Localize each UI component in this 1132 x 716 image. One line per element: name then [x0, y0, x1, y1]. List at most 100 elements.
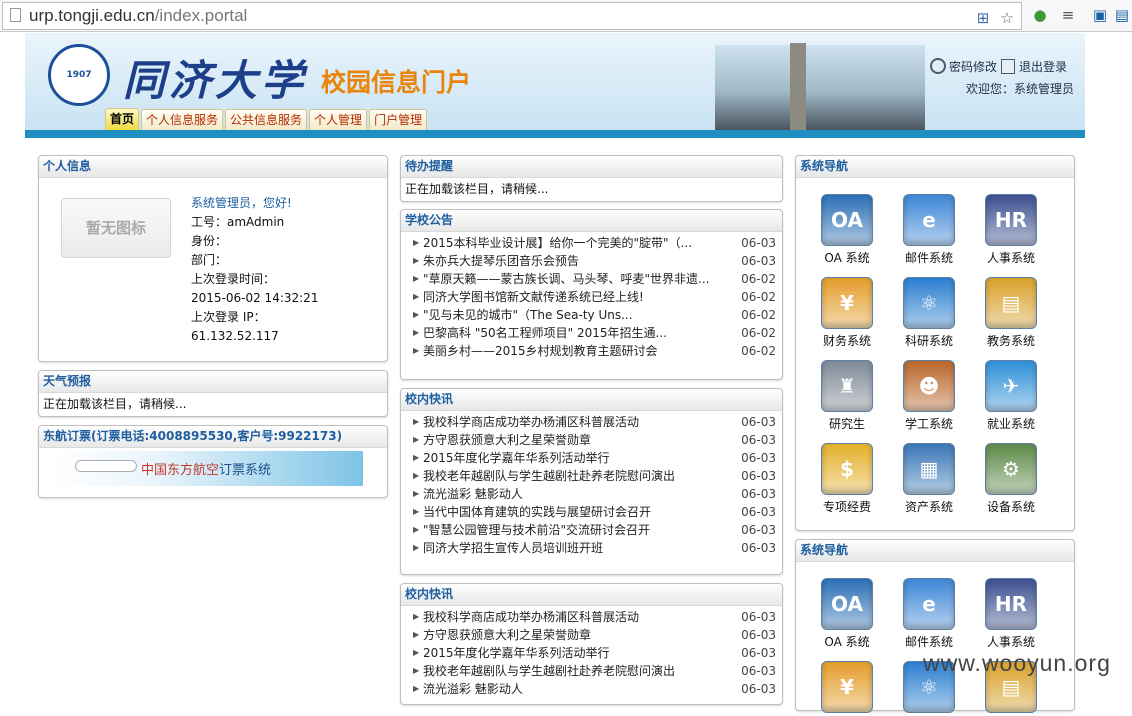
system-link[interactable]: ¥ 财务系统 — [812, 277, 882, 349]
news-item[interactable]: ▶ 我校老年越剧队与学生越剧社赴养老院慰问演出 06-03 — [401, 467, 782, 485]
news-title[interactable]: "智慧公园管理与技术前沿"交流研讨会召开 — [423, 521, 713, 539]
system-link[interactable]: ▤ 教务系统 — [976, 277, 1046, 349]
url-text[interactable]: urp.tongji.edu.cn/index.portal — [29, 6, 247, 26]
system-label[interactable]: 教务系统 — [976, 332, 1046, 349]
settings-icon[interactable]: ▤ — [1112, 5, 1132, 25]
asset-icon[interactable]: ▦ — [903, 443, 955, 495]
system-label[interactable]: 人事系统 — [976, 249, 1046, 266]
news-title[interactable]: "草原天籁——蒙古族长调、马头琴、呼麦"世界非遗... — [423, 270, 713, 288]
system-label[interactable]: 邮件系统 — [894, 633, 964, 650]
oa-icon[interactable]: OA — [821, 194, 873, 246]
equipment-icon[interactable]: ⚙ — [985, 443, 1037, 495]
news-title[interactable]: 美丽乡村——2015乡村规划教育主题研讨会 — [423, 342, 713, 360]
news-item[interactable]: ▶ "见与未见的城市"（The Sea-ty Uns... 06-02 — [401, 306, 782, 324]
news-title[interactable]: 同济大学招生宣传人员培训班开班 — [423, 539, 713, 557]
news-title[interactable]: 朱亦兵大提琴乐团音乐会预告 — [423, 252, 713, 270]
logout-icon[interactable] — [1001, 59, 1016, 74]
news-title[interactable]: 流光溢彩 魅影动人 — [423, 680, 713, 698]
news-item[interactable]: ▶ 巴黎高科 "50名工程师项目" 2015年招生通... 06-02 — [401, 324, 782, 342]
tab-personal-management[interactable]: 个人管理 — [309, 109, 368, 130]
employment-icon[interactable]: ✈ — [985, 360, 1037, 412]
tab-personal-services[interactable]: 个人信息服务 — [141, 109, 224, 130]
news-item[interactable]: ▶ 方守恩获颁意大利之星荣誉勋章 06-03 — [401, 626, 782, 644]
academic-icon[interactable]: ▤ — [985, 277, 1037, 329]
news-title[interactable]: 我校科学商店成功举办杨浦区科普展活动 — [423, 413, 713, 431]
system-label[interactable]: 邮件系统 — [894, 249, 964, 266]
gear-icon[interactable] — [930, 58, 946, 74]
mail-icon[interactable]: e — [903, 578, 955, 630]
tab-home[interactable]: 首页 — [105, 108, 140, 130]
news-title[interactable]: "见与未见的城市"（The Sea-ty Uns... — [423, 306, 713, 324]
address-bar[interactable]: urp.tongji.edu.cn/index.portal ⊞ ☆ — [2, 2, 1022, 30]
system-label[interactable]: 科研系统 — [894, 332, 964, 349]
special-fund-icon[interactable]: $ — [821, 443, 873, 495]
tab-public-services[interactable]: 公共信息服务 — [225, 109, 308, 130]
system-link[interactable]: OA OA 系统 — [812, 194, 882, 266]
news-item[interactable]: ▶ "草原天籁——蒙古族长调、马头琴、呼麦"世界非遗... 06-02 — [401, 270, 782, 288]
finance-icon[interactable]: ¥ — [821, 661, 873, 713]
news-item[interactable]: ▶ 同济大学图书馆新文献传递系统已经上线! 06-02 — [401, 288, 782, 306]
system-link[interactable]: ☻ 学工系统 — [894, 360, 964, 432]
news-title[interactable]: 流光溢彩 魅影动人 — [423, 485, 713, 503]
mail-icon[interactable]: e — [903, 194, 955, 246]
bookmark-star-icon[interactable]: ☆ — [997, 8, 1017, 28]
system-label[interactable]: OA 系统 — [812, 249, 882, 266]
news-item[interactable]: ▶ 2015本科毕业设计展】给你一个完美的"腚带"（... 06-03 — [401, 234, 782, 252]
system-link[interactable]: ⚙ 设备系统 — [976, 443, 1046, 515]
news-title[interactable]: 2015年度化学嘉年华系列活动举行 — [423, 644, 713, 662]
research-icon[interactable]: ⚛ — [903, 277, 955, 329]
news-item[interactable]: ▶ 美丽乡村——2015乡村规划教育主题研讨会 06-02 — [401, 342, 782, 360]
password-change-link[interactable]: 密码修改 — [949, 60, 997, 74]
news-item[interactable]: ▶ 流光溢彩 魅影动人 06-03 — [401, 485, 782, 503]
hr-icon[interactable]: HR — [985, 578, 1037, 630]
news-item[interactable]: ▶ 我校科学商店成功举办杨浦区科普展活动 06-03 — [401, 608, 782, 626]
system-link[interactable]: ♜ 研究生 — [812, 360, 882, 432]
news-title[interactable]: 2015年度化学嘉年华系列活动举行 — [423, 449, 713, 467]
news-item[interactable]: ▶ 朱亦兵大提琴乐团音乐会预告 06-03 — [401, 252, 782, 270]
news-title[interactable]: 2015本科毕业设计展】给你一个完美的"腚带"（... — [423, 234, 713, 252]
news-title[interactable]: 我校科学商店成功举办杨浦区科普展活动 — [423, 608, 713, 626]
system-label[interactable]: 研究生 — [812, 415, 882, 432]
news-title[interactable]: 方守恩获颁意大利之星荣誉勋章 — [423, 626, 713, 644]
system-label[interactable]: 专项经费 — [812, 498, 882, 515]
system-label[interactable]: 财务系统 — [812, 332, 882, 349]
airline-banner[interactable]: 中国东方航空订票系统 — [51, 451, 363, 486]
tab-portal-management[interactable]: 门户管理 — [369, 109, 428, 130]
news-item[interactable]: ▶ 我校老年越剧队与学生越剧社赴养老院慰问演出 06-03 — [401, 662, 782, 680]
system-link[interactable]: HR 人事系统 — [976, 578, 1046, 650]
system-link[interactable]: e 邮件系统 — [894, 578, 964, 650]
system-link[interactable]: ¥ — [812, 661, 882, 716]
system-link[interactable]: e 邮件系统 — [894, 194, 964, 266]
system-link[interactable]: ▦ 资产系统 — [894, 443, 964, 515]
news-item[interactable]: ▶ 2015年度化学嘉年华系列活动举行 06-03 — [401, 449, 782, 467]
logout-link[interactable]: 退出登录 — [1019, 60, 1067, 74]
menu-icon[interactable]: ≡ — [1058, 5, 1078, 25]
hr-icon[interactable]: HR — [985, 194, 1037, 246]
news-title[interactable]: 当代中国体育建筑的实践与展望研讨会召开 — [423, 503, 713, 521]
finance-icon[interactable]: ¥ — [821, 277, 873, 329]
news-item[interactable]: ▶ 2015年度化学嘉年华系列活动举行 06-03 — [401, 644, 782, 662]
news-item[interactable]: ▶ 流光溢彩 魅影动人 06-03 — [401, 680, 782, 698]
system-link[interactable]: OA OA 系统 — [812, 578, 882, 650]
extension-icon[interactable]: ● — [1030, 5, 1050, 25]
news-title[interactable]: 我校老年越剧队与学生越剧社赴养老院慰问演出 — [423, 467, 713, 485]
news-title[interactable]: 巴黎高科 "50名工程师项目" 2015年招生通... — [423, 324, 713, 342]
system-label[interactable]: 人事系统 — [976, 633, 1046, 650]
system-link[interactable]: ✈ 就业系统 — [976, 360, 1046, 432]
system-label[interactable]: OA 系统 — [812, 633, 882, 650]
system-label[interactable]: 设备系统 — [976, 498, 1046, 515]
translate-icon[interactable]: ⊞ — [973, 8, 993, 28]
oa-icon[interactable]: OA — [821, 578, 873, 630]
news-item[interactable]: ▶ 我校科学商店成功举办杨浦区科普展活动 06-03 — [401, 413, 782, 431]
app-icon[interactable]: ▣ — [1090, 5, 1110, 25]
system-link[interactable]: ⚛ 科研系统 — [894, 277, 964, 349]
news-item[interactable]: ▶ 同济大学招生宣传人员培训班开班 06-03 — [401, 539, 782, 557]
system-label[interactable]: 学工系统 — [894, 415, 964, 432]
student-affairs-icon[interactable]: ☻ — [903, 360, 955, 412]
news-item[interactable]: ▶ "智慧公园管理与技术前沿"交流研讨会召开 06-03 — [401, 521, 782, 539]
system-link[interactable]: $ 专项经费 — [812, 443, 882, 515]
news-item[interactable]: ▶ 方守恩获颁意大利之星荣誉勋章 06-03 — [401, 431, 782, 449]
news-title[interactable]: 我校老年越剧队与学生越剧社赴养老院慰问演出 — [423, 662, 713, 680]
system-label[interactable]: 就业系统 — [976, 415, 1046, 432]
news-item[interactable]: ▶ 当代中国体育建筑的实践与展望研讨会召开 06-03 — [401, 503, 782, 521]
